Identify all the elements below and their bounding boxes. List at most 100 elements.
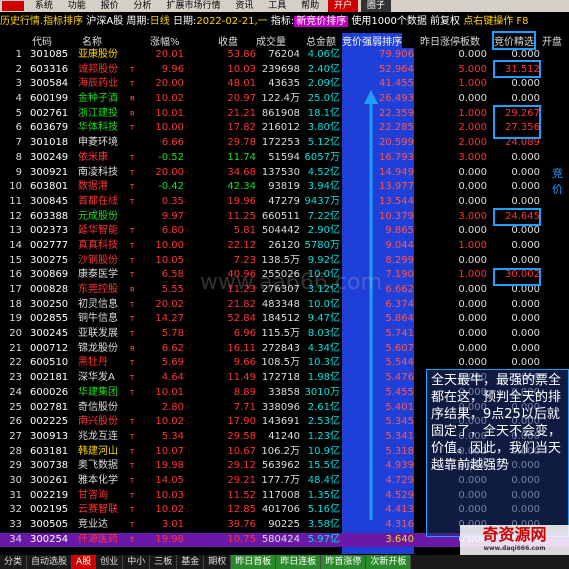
header-strength[interactable]: 竞价强弱排序 (342, 33, 402, 48)
table-row[interactable]: 20 300245 亚联发展 T 5.78 6.96 115.5万 8.03亿 5.741 0.0… (0, 327, 569, 342)
mode-label: 历史行情.指标排序 (0, 16, 84, 27)
table-row[interactable]: 19 002855 铜牛信息 T 14.27 52.84 184512 9.47亿 5.864 0… (0, 312, 569, 327)
volume: 401706 (261, 504, 300, 516)
volume: 184512 (261, 313, 300, 325)
table-row[interactable]: 11 300845 首都在线 T 0.35 19.96 47279 9437万 13.544 0.… (0, 195, 569, 210)
volume: 580424 (261, 533, 300, 545)
menu-item-tools[interactable]: 工具 (262, 0, 292, 12)
close-price: 29.12 (227, 460, 256, 472)
change-pct: 20.00 (155, 78, 184, 90)
close-price: 29.78 (227, 137, 256, 149)
table-row[interactable]: 12 603388 元成股份 9.97 11.25 660511 7.22亿 10.379 3.… (0, 210, 569, 225)
tab-5[interactable]: 三板 (150, 555, 178, 569)
header-pct[interactable]: 涨幅% (150, 33, 180, 48)
stock-name: 锦龙股份 (78, 342, 118, 354)
menu-item-ext-market[interactable]: 扩展市场行情 (160, 0, 226, 12)
stock-marker: T (130, 418, 135, 427)
table-row[interactable]: 14 002777 真真科技 T 10.00 22.12 26120 5780万 9.044 1.… (0, 239, 569, 254)
volume: 172253 (261, 137, 300, 149)
amount: 15.5亿 (307, 460, 340, 472)
row-number: 18 (9, 298, 22, 310)
change-pct: 14.05 (155, 474, 184, 486)
menu-item-news[interactable]: 资讯 (229, 0, 259, 12)
limit-up-count: 3.000 (458, 210, 487, 222)
stock-marker: T (130, 330, 135, 339)
indicator-value[interactable]: 新竞价排序 (294, 16, 349, 27)
close-price: 29.21 (227, 474, 256, 486)
volume: 272843 (261, 342, 300, 354)
change-pct: 10.03 (155, 489, 184, 501)
table-row[interactable]: 9 300921 南凌科技 T 20.00 34.68 137530 4.52亿 14.949 0… (0, 166, 569, 181)
header-close[interactable]: 收盘 (218, 33, 238, 48)
table-row[interactable]: 6 603679 华体科技 T 10.00 17.82 216012 3.80亿 22.285 2… (0, 121, 569, 136)
table-row[interactable]: 10 603801 数据港 T -0.42 42.34 93819 3.94亿 13.977 0.… (0, 180, 569, 195)
close-price: 9.66 (233, 357, 256, 369)
tab-0[interactable]: 分类 (0, 555, 28, 569)
menu-item-analysis[interactable]: 分析 (128, 0, 158, 12)
highlight-box (493, 208, 541, 226)
site-logo: 奇资源网 www.daqi666.com (460, 525, 569, 555)
row-number: 15 (9, 254, 22, 266)
limit-up-count: 0.000 (458, 181, 487, 193)
menu-item-help[interactable]: 帮助 (295, 0, 325, 12)
volume: 106.2万 (261, 445, 300, 457)
tab-10[interactable]: 昨首涨停 (321, 555, 367, 569)
table-row[interactable]: 13 002373 延华智能 T 6.80 5.81 504442 2.90亿 9.865 0.0… (0, 224, 569, 239)
table-row[interactable]: 18 300250 初灵信息 T 20.02 21.82 483348 10.0亿 6.374 0… (0, 298, 569, 313)
stock-name: 奇信股份 (78, 401, 118, 413)
menu-item-system[interactable]: 系统 (29, 0, 59, 12)
tab-3[interactable]: 创业 (96, 555, 124, 569)
amount: 10.3亿 (307, 357, 340, 369)
menu-item-function[interactable]: 功能 (62, 0, 92, 12)
stock-code: 603801 (30, 181, 69, 193)
table-row[interactable]: 7 301018 申菱环境 6.66 29.78 172253 5.12亿 20.599 2.0… (0, 136, 569, 151)
stock-code: 300921 (30, 166, 69, 178)
tab-8[interactable]: 昨日首板 (231, 555, 277, 569)
volume: 239698 (261, 63, 300, 75)
table-row[interactable]: 21 000712 锦龙股份 R 6.62 16.11 272843 4.34亿 5.607 0.… (0, 342, 569, 357)
tab-2[interactable]: A股 (72, 555, 97, 569)
table-row[interactable]: 1 301085 亚康股份 20.01 53.86 76204 4.06亿 79.906 0.0… (0, 48, 569, 63)
header-code[interactable]: 代码 (32, 33, 52, 48)
tab-11[interactable]: 次新开板 (366, 555, 412, 569)
tab-9[interactable]: 昨日连板 (276, 555, 322, 569)
header-vol[interactable]: 成交量 (256, 33, 286, 48)
open-account-button[interactable]: 开户 (328, 0, 359, 12)
header-name[interactable]: 名称 (82, 33, 102, 48)
circle-button[interactable]: 圈子 (360, 0, 391, 12)
header-yzt[interactable]: 昨日涨停板数 (420, 33, 480, 48)
amount: 1.98亿 (307, 372, 340, 384)
header-open[interactable]: 开盘 (542, 33, 562, 48)
table-row[interactable]: 5 002761 浙江建投 R 10.01 21.21 861908 18.1亿 22.359 1… (0, 107, 569, 122)
auction-pick: 0.000 (511, 298, 540, 310)
period-label: 周期: (126, 16, 150, 27)
amount: 2.90亿 (307, 225, 340, 237)
row-number: 2 (15, 63, 22, 75)
table-row[interactable]: 4 600199 金种子酒 R 10.02 20.97 122.4万 25.0亿 26.493 0… (0, 92, 569, 107)
close-price: 7.71 (233, 401, 256, 413)
highlight-box (493, 105, 541, 139)
tab-1[interactable]: 自动选股 (27, 555, 73, 569)
tab-4[interactable]: 中小 (123, 555, 151, 569)
tab-6[interactable]: 基金 (177, 555, 205, 569)
table-row[interactable]: 3 300584 海辰药业 T 20.00 48.01 43635 2.09亿 41.455 1.… (0, 77, 569, 92)
table-row[interactable]: 2 603316 诚邦股份 T 9.96 10.03 239698 2.40亿 52.964 5.… (0, 63, 569, 78)
amount: 10.9亿 (307, 445, 340, 457)
table-header: 代码 名称 涨幅% 收盘 成交量 总金额 竞价强弱排序 昨日涨停板数 竞价精选 … (0, 31, 569, 50)
amount: 1.23亿 (307, 430, 340, 442)
row-number: 4 (15, 93, 22, 105)
change-pct: 6.80 (161, 225, 184, 237)
amount: 10.0亿 (307, 298, 340, 310)
stock-marker: T (130, 535, 135, 544)
menu-item-quote[interactable]: 报价 (95, 0, 125, 12)
change-pct: 5.55 (161, 284, 184, 295)
tab-7[interactable]: 期权 (204, 555, 232, 569)
close-price: 29.58 (227, 430, 256, 442)
table-row[interactable]: 8 300249 依米康 T -0.52 11.74 51594 6057万 16.793 3.0… (0, 151, 569, 166)
close-price: 22.12 (227, 239, 256, 251)
table-row[interactable]: 15 300275 沙钢股份 T 10.05 7.23 138.5万 9.92亿 8.299 0.… (0, 254, 569, 269)
amount: 3.58亿 (307, 519, 340, 530)
volume: 117008 (261, 489, 300, 501)
stock-name: 竞业达 (78, 519, 108, 530)
header-amt[interactable]: 总金额 (306, 33, 336, 48)
